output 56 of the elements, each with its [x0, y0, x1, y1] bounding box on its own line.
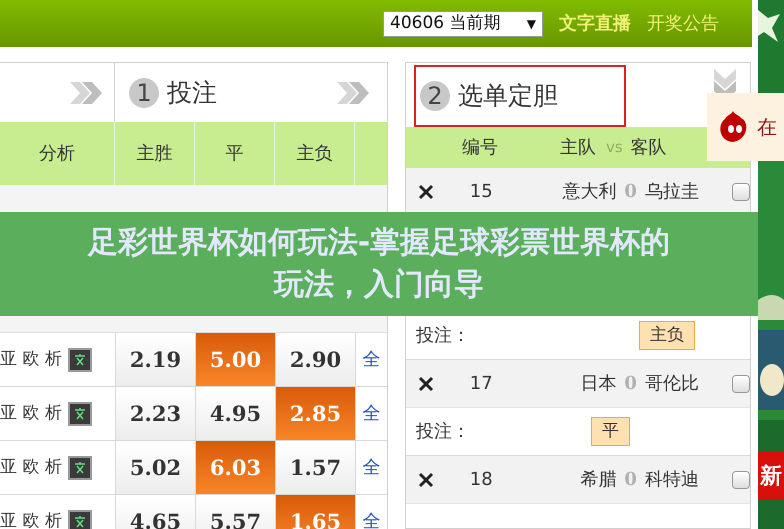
home-team: 意大利: [561, 180, 616, 204]
home-team: 日本: [579, 372, 616, 396]
odds-option[interactable]: 2.90: [275, 333, 355, 386]
select-all-link[interactable]: 全: [362, 400, 380, 427]
text-live-icon[interactable]: [68, 510, 92, 529]
home-team: 希腊: [579, 468, 616, 492]
column-header: 主队: [560, 136, 596, 160]
ad-badge: 新: [758, 452, 784, 500]
odds-option[interactable]: 5.57: [195, 495, 275, 529]
text-live-icon[interactable]: [68, 348, 92, 372]
analysis-links[interactable]: 亚 欧 析: [0, 454, 62, 480]
column-header: 平: [226, 142, 244, 166]
away-team: 乌拉圭: [644, 180, 700, 204]
banker-checkbox[interactable]: [732, 182, 750, 200]
notification-popup[interactable]: 在: [707, 93, 784, 161]
popup-text: 在: [757, 114, 777, 141]
odds-option[interactable]: 5.02: [115, 441, 195, 494]
bet-label: 投注：: [416, 324, 470, 348]
select-all-link[interactable]: 全: [362, 508, 380, 529]
match-number: 18: [470, 468, 494, 492]
odds-option[interactable]: 4.65: [115, 495, 195, 529]
step-number: 2: [420, 81, 450, 111]
column-header: vs: [606, 137, 623, 158]
away-team: 科特迪: [644, 468, 700, 492]
handicap: 0: [624, 468, 637, 492]
select-all-link[interactable]: 全: [362, 454, 380, 481]
odds-option[interactable]: 1.57: [275, 441, 355, 494]
pick-tag: 主负: [639, 320, 695, 350]
odds-option[interactable]: 2.19: [115, 333, 195, 386]
banker-checkbox[interactable]: [732, 374, 750, 392]
handicap: 0: [624, 372, 637, 396]
select-all-link[interactable]: 全: [362, 346, 380, 373]
column-header: 主胜: [136, 142, 172, 166]
text-live-icon[interactable]: [68, 402, 92, 426]
handicap: 0: [624, 180, 637, 204]
column-header: 客队: [630, 136, 667, 160]
pick-tag: 平: [591, 416, 630, 446]
odds-option[interactable]: 4.95: [195, 387, 275, 440]
column-header: 分析: [39, 142, 75, 166]
analysis-links[interactable]: 亚 欧 析: [0, 508, 62, 529]
column-header: 编号: [462, 136, 498, 160]
banker-checkbox[interactable]: [732, 470, 750, 488]
analysis-links[interactable]: 亚 欧 析: [0, 400, 62, 426]
period-select[interactable]: 40606 当前期 ▼: [383, 10, 543, 36]
step-title: 选单定胆: [458, 80, 558, 112]
odds-option[interactable]: 2.23: [115, 387, 195, 440]
bet-label: 投注：: [416, 420, 470, 444]
banner-title: 足彩世界杯如何玩法-掌握足球彩票世界杯的 玩法，入门向导: [88, 224, 670, 304]
match-number: 17: [470, 372, 494, 396]
step-title: 投注: [167, 76, 217, 109]
text-live-icon[interactable]: [68, 456, 92, 480]
match-number: 15: [470, 180, 494, 204]
step-number: 1: [129, 78, 159, 108]
away-team: 哥伦比: [644, 372, 700, 396]
analysis-links[interactable]: 亚 欧 析: [0, 346, 62, 372]
column-header: 主负: [296, 142, 332, 166]
